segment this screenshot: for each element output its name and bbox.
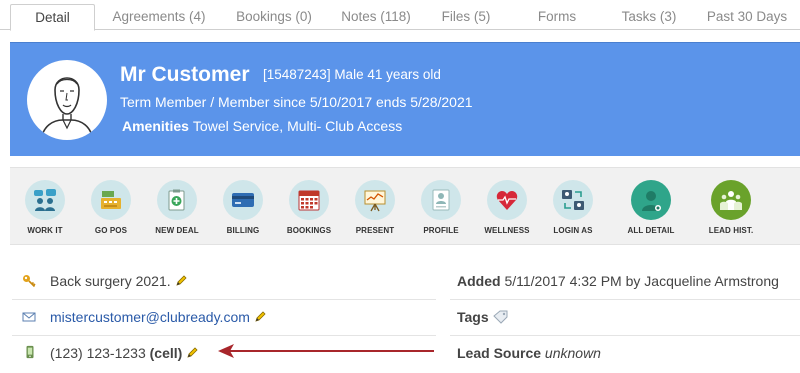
annotation-arrow-icon <box>218 344 434 358</box>
credit-card-icon <box>232 193 254 207</box>
edit-email-pencil-icon[interactable] <box>254 311 266 323</box>
bookings-button[interactable]: BOOKINGS <box>276 168 342 246</box>
tags-line: Tags <box>457 309 509 325</box>
tab-notes[interactable]: Notes (118) <box>330 4 422 30</box>
edit-phone-pencil-icon[interactable] <box>186 347 198 359</box>
note-row: Back surgery 2021. <box>12 264 436 300</box>
go-pos-button[interactable]: GO POS <box>78 168 144 246</box>
key-icon <box>23 275 36 288</box>
group-people-icon <box>720 191 742 210</box>
added-row: Added 5/11/2017 4:32 PM by Jacqueline Ar… <box>450 264 800 300</box>
added-line: Added 5/11/2017 4:32 PM by Jacqueline Ar… <box>457 273 779 289</box>
membership-info: Term Member / Member since 5/10/2017 end… <box>120 94 473 110</box>
mobile-phone-icon <box>26 345 34 359</box>
phone-line: (123) 123-1233 (cell) <box>50 345 198 361</box>
tab-bar: Detail Agreements (4) Bookings (0) Notes… <box>0 0 800 31</box>
billing-button[interactable]: BILLING <box>210 168 276 246</box>
note-line: Back surgery 2021. <box>50 273 187 289</box>
tab-files[interactable]: Files (5) <box>426 4 506 30</box>
amenities-line: Amenities Towel Service, Multi- Club Acce… <box>122 118 402 134</box>
lead-source-value: unknown <box>544 345 601 361</box>
cash-register-icon <box>101 191 121 209</box>
login-as-label: LOGIN AS <box>553 226 593 235</box>
tab-detail[interactable]: Detail <box>10 4 95 31</box>
phone-type: (cell) <box>149 345 183 361</box>
added-label: Added <box>457 273 501 289</box>
tab-forms[interactable]: Forms <box>510 4 604 30</box>
email-row: mistercustomer@clubready.com <box>12 300 436 336</box>
phone-number: (123) 123-1233 <box>50 345 146 361</box>
heart-pulse-icon <box>496 191 518 210</box>
amenities-label: Amenities <box>122 118 189 134</box>
tag-icon[interactable] <box>492 310 509 324</box>
amenities-value: Towel Service, Multi- Club Access <box>192 118 403 134</box>
email-line: mistercustomer@clubready.com <box>50 309 266 325</box>
note-text: Back surgery 2021. <box>50 273 171 289</box>
all-detail-button[interactable]: ALL DETAIL <box>618 168 684 246</box>
clipboard-plus-icon <box>168 189 185 211</box>
lead-source-row: Lead Source unknown <box>450 336 800 372</box>
added-value: 5/11/2017 4:32 PM by Jacqueline Armstron… <box>504 273 779 289</box>
action-toolbar: WORK IT GO POS NEW DEAL BILLING BOOKINGS… <box>10 167 800 245</box>
calendar-icon <box>298 190 320 211</box>
new-deal-button[interactable]: NEW DEAL <box>144 168 210 246</box>
email-link[interactable]: mistercustomer@clubready.com <box>50 309 250 325</box>
tab-agreements[interactable]: Agreements (4) <box>100 4 218 30</box>
chat-people-icon <box>34 189 56 211</box>
present-button[interactable]: PRESENT <box>342 168 408 246</box>
tab-past-30-days[interactable]: Past 30 Days <box>694 4 800 30</box>
customer-name: Mr Customer <box>120 63 250 86</box>
lead-source-line: Lead Source unknown <box>457 345 601 361</box>
presentation-board-icon <box>364 190 386 212</box>
person-detail-icon <box>642 191 661 211</box>
profile-button[interactable]: PROFILE <box>408 168 474 246</box>
edit-note-pencil-icon[interactable] <box>175 275 187 287</box>
tab-bookings[interactable]: Bookings (0) <box>222 4 326 30</box>
customer-header: Mr Customer [15487243] Male 41 years old… <box>10 42 800 156</box>
login-as-button[interactable]: LOGIN AS <box>540 168 606 246</box>
wellness-button[interactable]: WELLNESS <box>474 168 540 246</box>
tags-row: Tags <box>450 300 800 336</box>
tab-tasks[interactable]: Tasks (3) <box>606 4 692 30</box>
all-detail-label: ALL DETAIL <box>627 226 675 235</box>
tags-label: Tags <box>457 309 489 325</box>
customer-id-info: [15487243] Male 41 years old <box>263 67 441 82</box>
person-sketch-icon <box>40 77 94 140</box>
lead-history-label: LEAD HIST. <box>708 226 754 235</box>
avatar[interactable] <box>27 60 107 140</box>
work-it-button[interactable]: WORK IT <box>12 168 78 246</box>
lead-source-label: Lead Source <box>457 345 542 361</box>
envelope-icon <box>22 312 36 322</box>
profile-document-icon <box>432 189 450 211</box>
switch-user-icon <box>562 190 584 210</box>
lead-history-button[interactable]: LEAD HIST. <box>698 168 764 246</box>
